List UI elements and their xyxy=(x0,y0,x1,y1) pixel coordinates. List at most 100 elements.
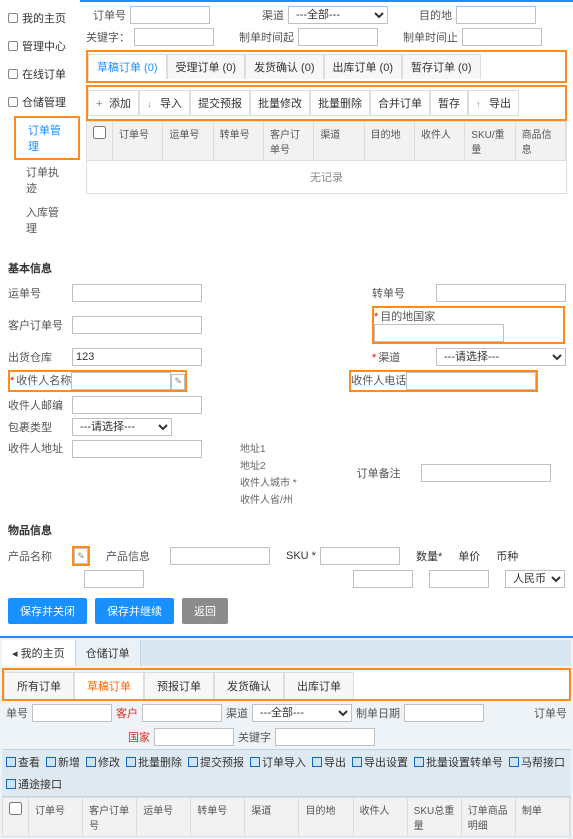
lbl-prodname: 产品名称 xyxy=(8,548,68,564)
remark-input[interactable] xyxy=(421,464,551,482)
btab-home[interactable]: ◂ 我的主页 xyxy=(2,640,76,666)
th-recv: 收件人 xyxy=(415,122,465,160)
sub-order-track[interactable]: 订单执迹 xyxy=(14,160,80,200)
act-mabang[interactable]: 马帮接口 xyxy=(509,754,565,770)
lbl-shipno: 运单号 xyxy=(8,285,68,301)
q-channel-select[interactable]: ---全部--- xyxy=(252,704,352,722)
select-all-chk[interactable] xyxy=(93,126,106,139)
recv-phone-input[interactable] xyxy=(406,372,536,390)
q-kw-input[interactable] xyxy=(275,728,375,746)
side-online[interactable]: 在线订单 xyxy=(0,60,80,88)
qty-input[interactable] xyxy=(353,570,413,588)
recv-addr-input[interactable] xyxy=(72,440,202,458)
dest-country-input[interactable] xyxy=(374,324,504,342)
stab-ship[interactable]: 发货确认 xyxy=(214,672,284,699)
channel2-select[interactable]: ---请选择--- xyxy=(436,348,566,366)
q-country-input[interactable] xyxy=(154,728,234,746)
recv-zip-input[interactable] xyxy=(72,396,202,414)
back-button[interactable]: 返回 xyxy=(182,598,228,624)
act-new[interactable]: 新增 xyxy=(46,754,80,770)
cust-order-input[interactable] xyxy=(72,316,202,334)
sku-input[interactable] xyxy=(320,547,400,565)
tab-outbound[interactable]: 出库订单 (0) xyxy=(324,54,403,79)
home-icon xyxy=(8,13,18,23)
lbl-recvphone: 收件人电话 xyxy=(351,375,406,387)
btn-merge[interactable]: 合并订单 xyxy=(370,90,430,116)
check-icon xyxy=(352,757,362,767)
side-home[interactable]: 我的主页 xyxy=(0,4,80,32)
time-end-input[interactable] xyxy=(462,28,542,46)
pkg-type-select[interactable]: ---请选择--- xyxy=(72,418,172,436)
edit-icon[interactable] xyxy=(171,374,185,390)
keyword-input[interactable] xyxy=(134,28,214,46)
prod-info-input[interactable] xyxy=(170,547,270,565)
bth-2: 运单号 xyxy=(137,798,191,836)
act-batch-trans[interactable]: 批量设置转单号 xyxy=(414,754,503,770)
sub-order-mgmt[interactable]: 订单管理 xyxy=(14,116,80,160)
check-icon xyxy=(6,757,16,767)
recv-name-input[interactable] xyxy=(71,372,171,390)
stab-draft[interactable]: 草稿订单 xyxy=(74,672,144,699)
btn-batch-delete[interactable]: 批量删除 xyxy=(310,90,370,116)
stab-forecast[interactable]: 预报订单 xyxy=(144,672,214,699)
tab-accepted[interactable]: 受理订单 (0) xyxy=(167,54,246,79)
q-kw: 关键字 xyxy=(238,729,271,745)
btn-import[interactable]: 导入 xyxy=(139,90,190,116)
lbl-recvaddr: 收件人地址 xyxy=(8,440,68,456)
trans-no-input[interactable] xyxy=(436,284,566,302)
time-start-input[interactable] xyxy=(298,28,378,46)
save-continue-button[interactable]: 保存并继续 xyxy=(95,598,174,624)
bth-0: 订单号 xyxy=(29,798,83,836)
dest-input[interactable] xyxy=(456,6,536,24)
ship-no-input[interactable] xyxy=(72,284,202,302)
bth-6: 收件人 xyxy=(354,798,408,836)
tab-ship-confirm[interactable]: 发货确认 (0) xyxy=(245,54,324,79)
q-date-input[interactable] xyxy=(404,704,484,722)
side-admin[interactable]: 管理中心 xyxy=(0,32,80,60)
btn-submit-forecast[interactable]: 提交预报 xyxy=(190,90,250,116)
bth-7: SKU总重量 xyxy=(408,798,462,836)
order-no-input[interactable] xyxy=(130,6,210,24)
btab-wh-order[interactable]: 仓储订单 xyxy=(76,640,141,666)
lbl-pkgtype: 包裹类型 xyxy=(8,419,68,435)
act-batch-del[interactable]: 批量删除 xyxy=(126,754,182,770)
stab-out[interactable]: 出库订单 xyxy=(284,672,354,699)
bot-select-all[interactable] xyxy=(9,802,22,815)
act-export[interactable]: 导出 xyxy=(312,754,346,770)
q-order-input[interactable] xyxy=(32,704,112,722)
lbl-dest: 目的地 xyxy=(412,7,452,23)
lbl-transno: 转单号 xyxy=(372,285,432,301)
act-export-set[interactable]: 导出设置 xyxy=(352,754,408,770)
act-edit[interactable]: 修改 xyxy=(86,754,120,770)
sidebar: 我的主页 管理中心 在线订单 仓储管理 订单管理 订单执迹 入库管理 xyxy=(0,0,80,244)
stab-all[interactable]: 所有订单 xyxy=(4,672,74,699)
q-cust-input[interactable] xyxy=(142,704,222,722)
action-bar: 查看 新增 修改 批量删除 提交预报 订单导入 导出 导出设置 批量设置转单号 … xyxy=(2,749,571,797)
upload-icon xyxy=(476,98,486,108)
act-submit[interactable]: 提交预报 xyxy=(188,754,244,770)
check-icon xyxy=(126,757,136,767)
act-import[interactable]: 订单导入 xyxy=(250,754,306,770)
prod-name-input[interactable] xyxy=(84,570,144,588)
side-warehouse[interactable]: 仓储管理 xyxy=(0,88,80,116)
price-input[interactable] xyxy=(429,570,489,588)
currency-select[interactable]: 人民币 xyxy=(505,570,565,588)
main-panel: 订单号 渠道 ---全部--- 目的地 关键字： 制单时间起 制单时间止 草稿订… xyxy=(80,0,573,244)
btn-hold[interactable]: 暂存 xyxy=(430,90,468,116)
btn-batch-edit[interactable]: 批量修改 xyxy=(250,90,310,116)
sub-inbound[interactable]: 入库管理 xyxy=(14,200,80,240)
tab-draft[interactable]: 草稿订单 (0) xyxy=(88,54,167,79)
check-icon xyxy=(414,757,424,767)
save-close-button[interactable]: 保存并关闭 xyxy=(8,598,87,624)
channel-select[interactable]: ---全部--- xyxy=(288,6,388,24)
act-view[interactable]: 查看 xyxy=(6,754,40,770)
out-wh-input[interactable] xyxy=(72,348,202,366)
act-tongtu[interactable]: 通途接口 xyxy=(6,776,62,792)
bth-8: 订单商品明细 xyxy=(462,798,516,836)
toolbar: 添加 导入 提交预报 批量修改 批量删除 合并订单 暂存 导出 xyxy=(88,90,565,116)
goods-title: 物品信息 xyxy=(8,522,573,538)
prod-edit-icon[interactable] xyxy=(74,548,88,564)
btn-export[interactable]: 导出 xyxy=(468,90,519,116)
tab-hold[interactable]: 暂存订单 (0) xyxy=(402,54,481,79)
btn-add[interactable]: 添加 xyxy=(88,90,139,116)
